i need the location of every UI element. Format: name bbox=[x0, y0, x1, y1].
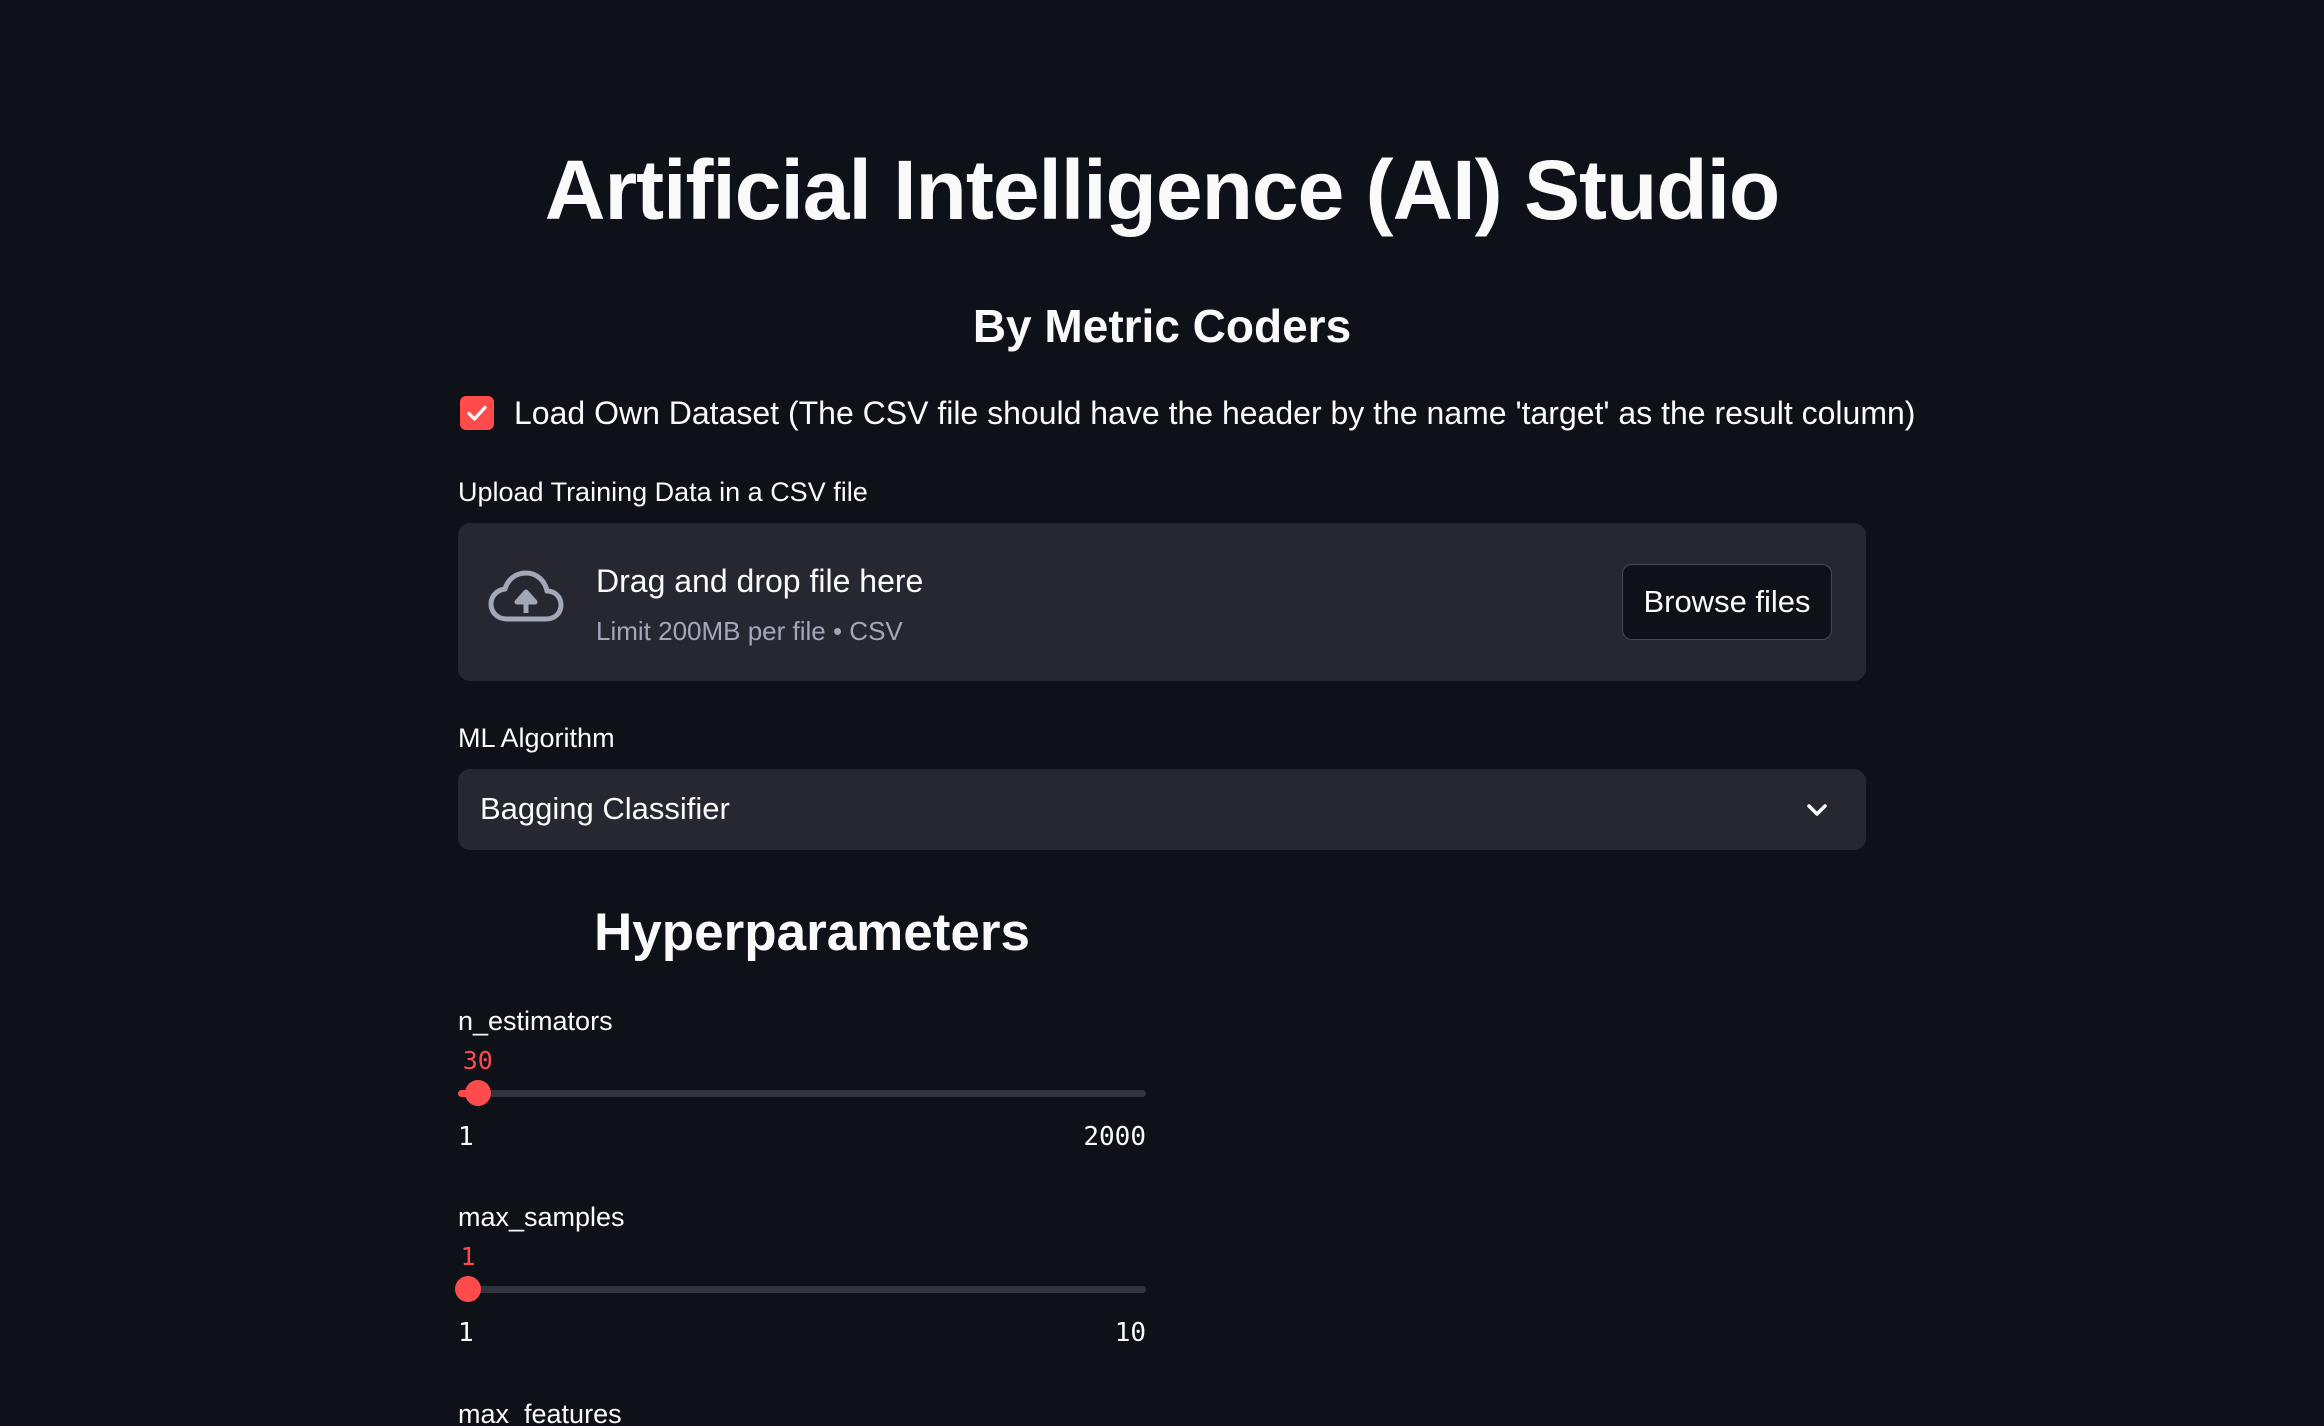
slider-current-value: 30 bbox=[462, 1046, 493, 1075]
slider-label: n_estimators bbox=[458, 1006, 613, 1036]
file-limit-text: Limit 200MB per file • CSV bbox=[596, 616, 903, 646]
slider-track[interactable] bbox=[458, 1080, 1146, 1106]
max-samples-slider[interactable]: max_samples 1 1 10 bbox=[455, 1197, 1146, 1357]
max-features-label: max_features bbox=[458, 1399, 622, 1426]
algorithm-label: ML Algorithm bbox=[458, 723, 615, 753]
main-content: Artificial Intelligence (AI) Studio By M… bbox=[0, 0, 2324, 1426]
n-estimators-slider[interactable]: n_estimators 30 1 2000 bbox=[458, 1001, 1146, 1161]
slider-min-label: 1 bbox=[458, 1318, 474, 1348]
slider-min-label: 1 bbox=[458, 1122, 474, 1152]
checkmark-icon bbox=[467, 405, 487, 421]
algorithm-select[interactable]: Bagging Classifier bbox=[458, 769, 1866, 850]
cloud-upload-icon bbox=[488, 570, 564, 622]
chevron-down-icon bbox=[1807, 804, 1827, 816]
load-dataset-checkbox[interactable] bbox=[460, 396, 494, 430]
slider-max-label: 10 bbox=[1114, 1318, 1146, 1348]
hyperparameters-heading: Hyperparameters bbox=[594, 903, 1031, 962]
algorithm-selected-value: Bagging Classifier bbox=[480, 791, 730, 826]
load-dataset-label: Load Own Dataset (The CSV file should ha… bbox=[514, 395, 1916, 431]
file-dropzone[interactable]: Drag and drop file here Limit 200MB per … bbox=[458, 523, 1866, 681]
page-title: Artificial Intelligence (AI) Studio bbox=[544, 143, 1780, 237]
slider-current-value: 1 bbox=[460, 1242, 476, 1271]
upload-label: Upload Training Data in a CSV file bbox=[458, 477, 868, 507]
load-dataset-checkbox-row[interactable]: Load Own Dataset (The CSV file should ha… bbox=[460, 390, 1915, 436]
browse-files-button[interactable]: Browse files bbox=[1622, 564, 1832, 640]
slider-label: max_samples bbox=[458, 1202, 625, 1232]
slider-track[interactable] bbox=[455, 1276, 1146, 1302]
drop-instruction: Drag and drop file here bbox=[596, 563, 924, 599]
page-subtitle: By Metric Coders bbox=[972, 300, 1352, 352]
slider-thumb[interactable] bbox=[464, 1080, 491, 1106]
slider-max-label: 2000 bbox=[1083, 1122, 1146, 1152]
slider-thumb[interactable] bbox=[455, 1276, 481, 1302]
